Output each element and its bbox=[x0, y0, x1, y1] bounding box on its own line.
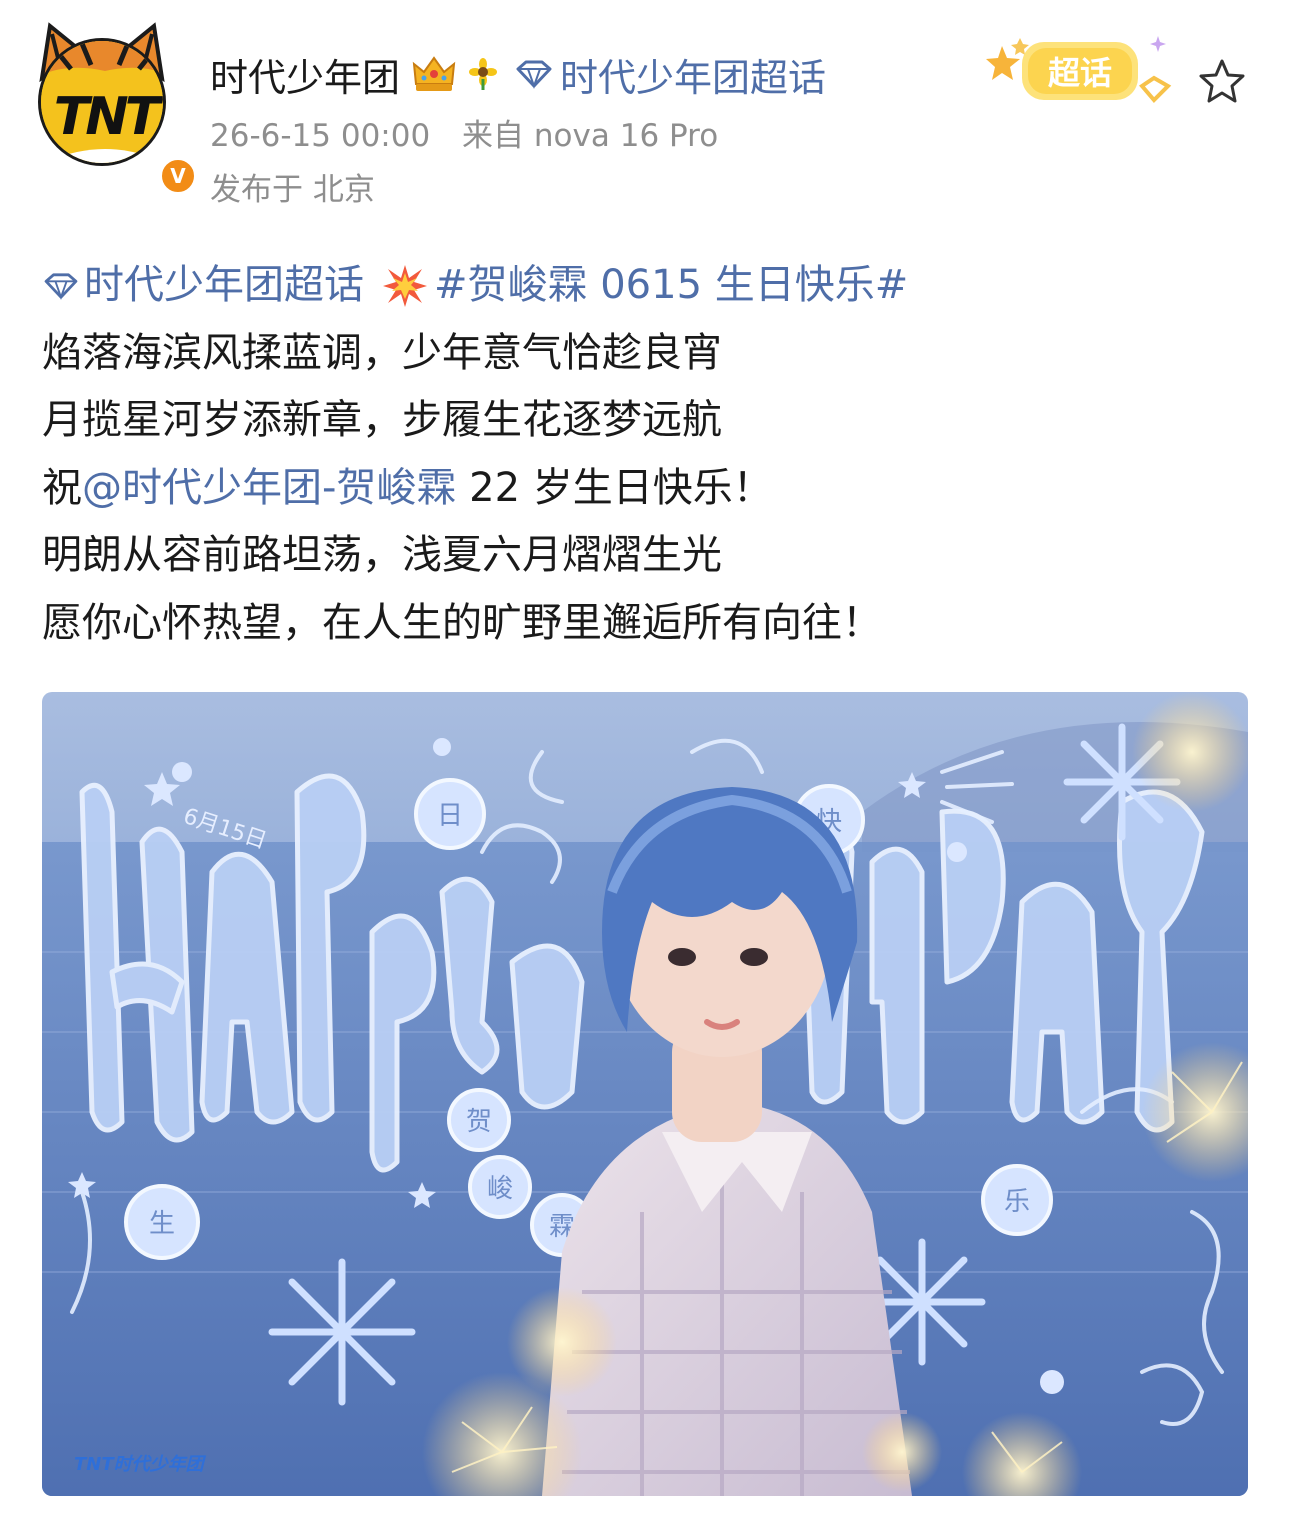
post-header: TNT V 时代少年团 时代少年团超话 26-6-15 00:00 来自 nov… bbox=[0, 0, 1290, 230]
post-time: 26-6-15 00:00 bbox=[210, 118, 431, 154]
explosion-icon bbox=[383, 264, 427, 307]
blessing-char: 日 bbox=[437, 801, 463, 831]
user-line: 时代少年团 时代少年团超话 bbox=[210, 46, 826, 102]
sunflower-icon[interactable] bbox=[466, 57, 500, 91]
blessing-char: 贺 bbox=[466, 1107, 492, 1137]
post-meta: 26-6-15 00:00 来自 nova 16 Pro bbox=[210, 110, 718, 155]
post-image[interactable]: 日 快 生 乐 贺 峻 霖 6月15日 TNT时代少年团 bbox=[42, 692, 1248, 1496]
mention-link[interactable]: @时代少年团-贺峻霖 bbox=[82, 455, 456, 523]
topic-line: 时代少年团超话 #贺峻霖 0615 生日快乐# bbox=[42, 252, 1248, 320]
birthday-poster: 日 快 生 乐 贺 峻 霖 6月15日 bbox=[42, 692, 1248, 1496]
content-line-3: 祝 @时代少年团-贺峻霖 22 岁生日快乐！ bbox=[42, 455, 1248, 523]
post-content: 时代少年团超话 #贺峻霖 0615 生日快乐# 焰落海滨风揉蓝调，少年意气恰趁良… bbox=[42, 252, 1248, 657]
greeting-prefix: 祝 bbox=[42, 464, 82, 511]
content-line-1: 焰落海滨风揉蓝调，少年意气恰趁良宵 bbox=[42, 329, 722, 376]
post-location: 发布于 北京 bbox=[210, 172, 375, 208]
content-line-4: 明朗从容前路坦荡，浅夏六月熠熠生光 bbox=[42, 532, 722, 578]
content-line-5: 愿你心怀热望，在人生的旷野里邂逅所有向往！ bbox=[42, 599, 882, 646]
crown-icon[interactable] bbox=[410, 54, 458, 94]
avatar-image: TNT bbox=[38, 38, 166, 166]
source-device: nova 16 Pro bbox=[533, 118, 719, 154]
star-icon[interactable] bbox=[1196, 56, 1248, 108]
supertopic-badge[interactable]: 超话 bbox=[982, 28, 1178, 114]
diamond-icon bbox=[516, 60, 552, 89]
blessing-char: 生 bbox=[149, 1209, 175, 1239]
source-prefix: 来自 bbox=[462, 118, 525, 154]
diamond-icon bbox=[44, 273, 78, 300]
content-topic-label: 时代少年团超话 bbox=[84, 262, 364, 308]
author-name[interactable]: 时代少年团 bbox=[210, 47, 400, 102]
supertopic-badge-label: 超话 bbox=[1048, 54, 1112, 92]
hashtag-link[interactable]: #贺峻霖 0615 生日快乐# bbox=[434, 252, 908, 320]
tnt-watermark: TNT时代少年团 bbox=[74, 1454, 204, 1475]
tnt-logo: TNT bbox=[53, 87, 160, 147]
verified-icon: V bbox=[158, 156, 198, 196]
content-line-2: 月揽星河岁添新章，步履生花逐梦远航 bbox=[42, 397, 722, 443]
supertopic-label: 时代少年团超话 bbox=[560, 55, 827, 100]
greeting-suffix: 22 岁生日快乐！ bbox=[456, 464, 773, 511]
supertopic-link[interactable]: 时代少年团超话 bbox=[514, 47, 826, 102]
avatar[interactable]: TNT V bbox=[38, 22, 198, 196]
blessing-char: 乐 bbox=[1004, 1187, 1030, 1217]
content-topic-link[interactable]: 时代少年团超话 bbox=[42, 252, 364, 320]
blessing-char: 峻 bbox=[487, 1174, 513, 1204]
